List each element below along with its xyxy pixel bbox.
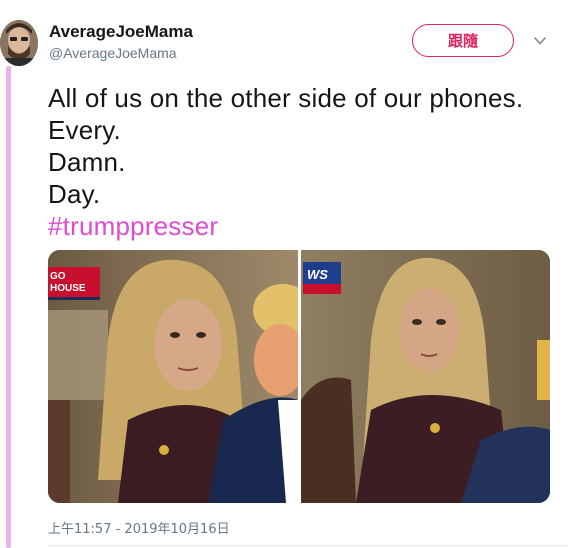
avatar-image (0, 20, 38, 66)
divider (48, 545, 568, 546)
chevron-down-icon[interactable] (532, 33, 548, 49)
hashtag-link[interactable]: #trumppresser (48, 210, 568, 242)
media-grid: GO HOUSE WS (48, 250, 550, 503)
avatar[interactable] (0, 20, 38, 66)
tweet-line: Day. (48, 179, 101, 209)
tweet-line: Every. (48, 115, 121, 145)
tweet-photo-right[interactable]: WS (301, 250, 550, 503)
user-handle[interactable]: @AverageJoeMama (49, 45, 177, 61)
news-overlay-line: HOUSE (50, 283, 86, 294)
thread-line (6, 66, 11, 548)
news-overlay-line: GO (50, 271, 66, 282)
display-name[interactable]: AverageJoeMama (49, 22, 193, 42)
follow-button[interactable]: 跟隨 (412, 24, 514, 57)
tweet-text: All of us on the other side of our phone… (48, 82, 568, 242)
tweet-line: All of us on the other side of our phone… (48, 83, 524, 113)
news-overlay-text: WS (307, 267, 328, 282)
tweet-photo-left[interactable]: GO HOUSE (48, 250, 298, 503)
tweet-timestamp[interactable]: 上午11:57 - 2019年10月16日 (48, 518, 230, 537)
tweet-line: Damn. (48, 147, 126, 177)
